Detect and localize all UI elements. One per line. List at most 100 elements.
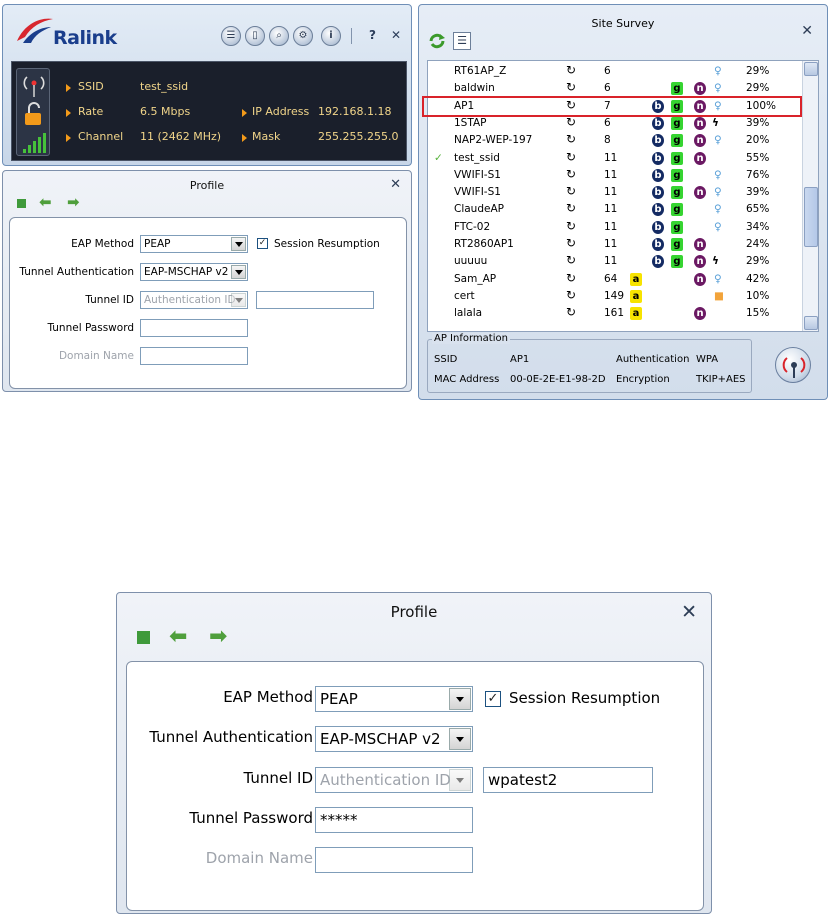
survey-row[interactable]: RT2860AP1 ↻ 11 b g n 24% [428,236,800,253]
channel-label: Channel [78,130,124,143]
key-icon: ♀ [714,203,722,216]
list-icon[interactable]: ☰ [221,26,241,46]
tunnel-password-label: Tunnel Password [189,809,313,827]
back-arrow-icon[interactable]: ⬅ [169,624,187,649]
row-channel: 6 [604,116,611,129]
mode-g-icon: g [671,99,683,113]
chevron-down-icon[interactable] [231,265,246,279]
survey-row[interactable]: FTC-02 ↻ 11 b g ♀ 34% [428,219,800,236]
domain-name-input [315,847,473,873]
survey-list: RT61AP_Z ↻ 6 ♀ 29% baldwin ↻ 6 g n ♀ 29% AP1 ↻ 7 b g n ♀ 10… [422,60,819,332]
signal-strength-icon: ↻ [566,184,577,199]
survey-row[interactable]: VWIFI-S1 ↻ 11 b g n ♀ 39% [428,184,800,201]
profile-title: Profile [390,603,438,621]
row-signal: 34% [746,220,770,233]
eap-method-select[interactable]: PEAP [315,686,473,712]
chevron-down-icon[interactable] [449,688,471,710]
search-icon[interactable]: ⌕ [269,26,289,46]
scroll-down-button[interactable] [804,316,818,330]
forward-arrow-icon[interactable]: ➡ [67,193,80,211]
key-icon: ♀ [714,82,722,95]
gear-icon[interactable]: ⚙ [293,26,313,46]
ap-encryption-value: TKIP+AES [696,374,746,385]
survey-row[interactable]: baldwin ↻ 6 g n ♀ 29% [428,80,800,97]
tunnel-password-input[interactable] [140,319,248,337]
chevron-down-icon[interactable] [449,728,471,750]
row-ssid: RT61AP_Z [454,65,507,77]
connected-check-icon: ✓ [434,151,443,164]
back-arrow-icon[interactable]: ⬅ [39,193,52,211]
row-signal: 29% [746,82,770,95]
survey-row[interactable]: ✓ test_ssid ↻ 11 b g n 55% [428,150,800,167]
tunnel-id-label: Tunnel ID [243,769,313,787]
tunnel-password-label: Tunnel Password [47,322,134,334]
page-icon[interactable]: ▯ [245,26,265,46]
ap-mac-label: MAC Address [434,374,500,385]
survey-row[interactable]: 1STAP ↻ 6 b g n ϟ 39% [428,115,800,132]
close-button[interactable]: ✕ [681,601,697,623]
close-button[interactable]: ✕ [391,28,401,42]
row-signal: 100% [746,99,777,112]
chevron-down-icon [449,769,471,791]
connect-button[interactable] [775,347,811,383]
scrollbar-thumb[interactable] [804,187,818,247]
refresh-icon[interactable] [427,31,447,51]
ap-ssid-value: AP1 [510,354,530,365]
forward-arrow-icon[interactable]: ➡ [209,624,227,649]
row-ssid: NAP2-WEP-197 [454,134,533,147]
signal-strength-icon: ↻ [566,132,577,147]
survey-row[interactable]: uuuuu ↻ 11 b g n ϟ 29% [428,253,800,270]
stop-icon[interactable] [17,199,26,208]
mode-g-icon: g [671,186,683,200]
close-button[interactable]: ✕ [390,177,401,192]
row-signal: 76% [746,168,770,181]
scroll-up-button[interactable] [804,62,818,76]
scrollbar[interactable] [802,61,818,331]
tunnel-id-input[interactable] [256,291,374,309]
tunnel-authentication-select[interactable]: EAP-MSCHAP v2 [315,726,473,752]
mode-n-icon: n [694,116,706,130]
session-resumption-checkbox[interactable]: ✓ [485,691,501,707]
bullet-arrow-icon [66,84,71,92]
survey-row[interactable]: lalala ↻ 161 a n 15% [428,305,800,322]
row-signal: 65% [746,203,770,216]
mode-b-icon: b [652,203,664,217]
mode-b-icon: b [652,186,664,200]
tunnel-id-label: Tunnel ID [85,294,134,306]
bullet-arrow-icon [242,109,247,117]
stop-icon[interactable] [137,631,150,644]
signal-strength-icon: ↻ [566,149,577,164]
survey-row[interactable]: Sam_AP ↻ 64 a n ♀ 42% [428,271,800,288]
list-view-icon[interactable]: ☰ [453,32,471,50]
help-button[interactable]: ? [369,28,376,42]
tunnel-authentication-select[interactable]: EAP-MSCHAP v2 [140,263,248,281]
tunnel-id-select-value: Authentication ID [320,771,451,789]
mode-b-icon: b [652,168,664,182]
survey-row[interactable]: AP1 ↻ 7 b g n ♀ 100% [422,95,802,117]
ralink-logo-icon [17,18,53,43]
tunnel-authentication-value: EAP-MSCHAP v2 [144,266,229,278]
signal-strength-icon: ↻ [566,218,577,233]
chevron-down-icon[interactable] [231,237,246,251]
channel-value: 11 (2462 MHz) [140,130,222,143]
close-button[interactable]: ✕ [801,23,813,39]
session-resumption-checkbox[interactable]: ✓ [257,238,268,249]
tunnel-id-input[interactable]: wpatest2 [483,767,653,793]
domain-name-label: Domain Name [58,350,134,362]
survey-title: Site Survey [591,17,655,30]
info-icon[interactable]: i [321,26,341,46]
tunnel-authentication-label: Tunnel Authentication [19,266,134,278]
survey-row[interactable]: VWIFI-S1 ↻ 11 b g ♀ 76% [428,167,800,184]
row-ssid: baldwin [454,82,495,95]
survey-row[interactable]: NAP2-WEP-197 ↻ 8 b g n ♀ 20% [428,132,800,149]
survey-row[interactable]: RT61AP_Z ↻ 6 ♀ 29% [428,63,800,80]
survey-row[interactable]: ClaudeAP ↻ 11 b g ♀ 65% [428,201,800,218]
mode-n-icon: n [694,151,706,165]
survey-row[interactable]: cert ↻ 149 a ■ 10% [428,288,800,305]
eap-method-value: PEAP [320,690,358,708]
row-channel: 7 [604,99,611,112]
eap-method-select[interactable]: PEAP [140,235,248,253]
key-icon: ♀ [714,186,722,199]
tunnel-password-input[interactable]: ***** [315,807,473,833]
profile-form: EAP Method PEAP ✓ Session Resumption Tun… [9,217,407,389]
